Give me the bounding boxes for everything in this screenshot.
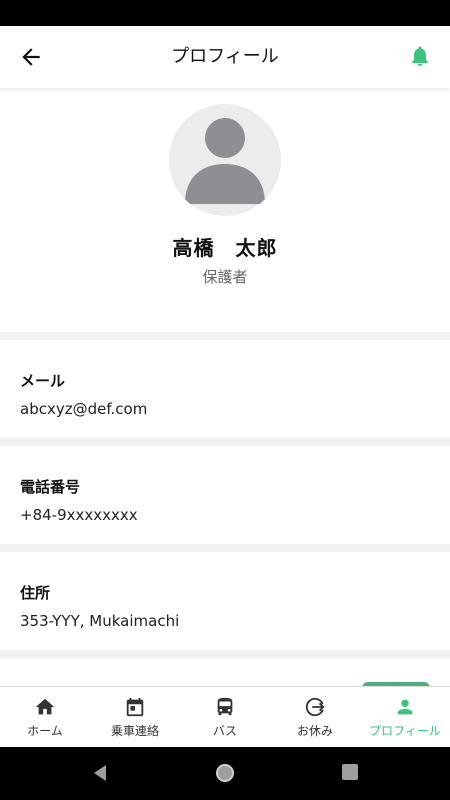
home-circle-icon[interactable] — [215, 763, 235, 783]
nav-home[interactable]: ホーム — [0, 687, 90, 747]
calendar-icon — [126, 697, 144, 717]
back-triangle-icon[interactable] — [90, 763, 110, 783]
avatar — [169, 104, 281, 216]
nav-bus[interactable]: バス — [180, 687, 270, 747]
nav-ride-contact[interactable]: 乗車連絡 — [90, 687, 180, 747]
nav-absence[interactable]: お休み — [270, 687, 360, 747]
profile-header: 高橋 太郎 保護者 — [0, 88, 450, 332]
phone-section: 電話番号 +84-9xxxxxxxx — [0, 446, 450, 544]
user-name: 高橋 太郎 — [172, 236, 278, 260]
email-value: abcxyz@def.com — [20, 400, 148, 418]
user-role: 保護者 — [202, 268, 248, 286]
nav-profile[interactable]: プロフィール — [360, 687, 450, 747]
logout-icon — [305, 697, 325, 717]
home-icon — [35, 698, 55, 715]
phone-value: +84-9xxxxxxxx — [20, 506, 138, 524]
bus-icon — [217, 697, 233, 716]
person-icon — [397, 699, 413, 715]
recents-square-icon[interactable] — [341, 763, 359, 781]
system-navigation-bar — [0, 746, 450, 800]
phone-label: 電話番号 — [20, 478, 81, 496]
nav-profile-label: プロフィール — [369, 724, 441, 738]
nav-home-label: ホーム — [27, 724, 63, 738]
bell-icon[interactable] — [408, 44, 432, 68]
nav-absence-label: お休み — [296, 724, 333, 738]
address-value: 353-YYY, Mukaimachi — [20, 612, 180, 630]
email-label: メール — [20, 372, 66, 390]
person-silhouette-icon — [185, 118, 265, 204]
nav-ride-contact-label: 乗車連絡 — [110, 724, 159, 738]
address-section: 住所 353-YYY, Mukaimachi — [0, 552, 450, 650]
address-label: 住所 — [20, 584, 51, 602]
status-bar — [0, 0, 450, 26]
nav-bus-label: バス — [212, 724, 237, 738]
bottom-navigation: ホーム 乗車連絡 バス お休み プロフィール — [0, 686, 450, 747]
page-title: プロフィール — [171, 46, 279, 67]
app-bar: プロフィール — [0, 26, 450, 88]
email-section: メール abcxyz@def.com — [0, 340, 450, 438]
